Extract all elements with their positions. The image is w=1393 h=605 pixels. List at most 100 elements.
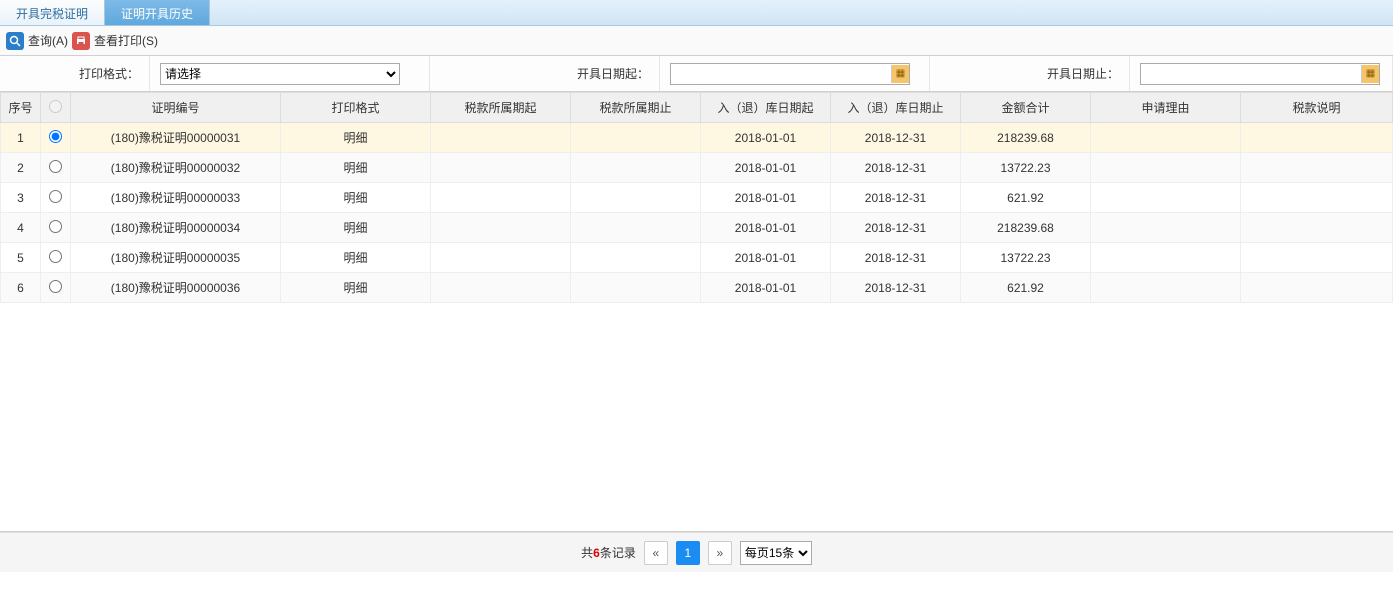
cell-tax-from <box>431 273 571 303</box>
cell-in-to: 2018-12-31 <box>831 273 961 303</box>
pager-page-size[interactable]: 每页15条 <box>740 541 812 565</box>
row-radio[interactable] <box>49 130 62 143</box>
cell-tax-to <box>571 123 701 153</box>
date-to-label: 开具日期止： <box>930 56 1130 91</box>
print-format-label: 打印格式： <box>0 56 150 91</box>
cell-in-to: 2018-12-31 <box>831 243 961 273</box>
cell-tax-from <box>431 153 571 183</box>
pager-page-1[interactable]: 1 <box>676 541 700 565</box>
cell-tax-to <box>571 213 701 243</box>
table-row[interactable]: 4 (180)豫税证明00000034明细 2018-01-012018-12-31… <box>1 213 1393 243</box>
table-row[interactable]: 5(180)豫税证明00000035明细2018-01-012018-12-31… <box>1 243 1393 273</box>
cell-in-from: 2018-01-01 <box>701 123 831 153</box>
table-row[interactable]: 6(180)豫税证明00000036明细2018-01-012018-12-31… <box>1 273 1393 303</box>
pager-next[interactable]: » <box>708 541 732 565</box>
cell-radio <box>41 213 71 243</box>
table-wrap: 序号 证明编号 打印格式 税款所属期起 税款所属期止 入（退）库日期起 入（退）… <box>0 92 1393 532</box>
cell-in-to: 2018-12-31 <box>831 123 961 153</box>
col-in-date-to: 入（退）库日期止 <box>831 93 961 123</box>
pager: 共6条记录 « 1 » 每页15条 <box>0 532 1393 572</box>
calendar-icon[interactable]: ▦ <box>891 65 909 83</box>
cell-reason <box>1091 183 1241 213</box>
pager-prev[interactable]: « <box>644 541 668 565</box>
cell-seq: 4 <box>1 213 41 243</box>
cell-desc <box>1241 183 1393 213</box>
tab-bar: 开具完税证明 证明开具历史 <box>0 0 1393 26</box>
cell-in-from: 2018-01-01 <box>701 213 831 243</box>
cell-desc <box>1241 153 1393 183</box>
row-radio[interactable] <box>49 160 62 173</box>
cell-reason <box>1091 213 1241 243</box>
query-button-label[interactable]: 查询(A) <box>28 32 68 49</box>
cell-in-to: 2018-12-31 <box>831 213 961 243</box>
search-icon[interactable] <box>6 32 24 50</box>
cell-desc <box>1241 243 1393 273</box>
table-row[interactable]: 3(180)豫税证明00000033明细2018-01-012018-12-31… <box>1 183 1393 213</box>
cell-amount: 218239.68 <box>961 123 1091 153</box>
cell-radio <box>41 183 71 213</box>
row-radio[interactable] <box>49 280 62 293</box>
table-header-row: 序号 证明编号 打印格式 税款所属期起 税款所属期止 入（退）库日期起 入（退）… <box>1 93 1393 123</box>
cell-in-from: 2018-01-01 <box>701 183 831 213</box>
row-radio[interactable] <box>49 220 62 233</box>
table-row[interactable]: 1(180)豫税证明00000031明细2018-01-012018-12-31… <box>1 123 1393 153</box>
col-print-format: 打印格式 <box>281 93 431 123</box>
cell-tax-from <box>431 123 571 153</box>
cell-amount: 621.92 <box>961 273 1091 303</box>
cell-tax-from <box>431 243 571 273</box>
col-cert-no: 证明编号 <box>71 93 281 123</box>
cell-desc <box>1241 273 1393 303</box>
date-to-input[interactable] <box>1141 67 1361 81</box>
col-amount: 金额合计 <box>961 93 1091 123</box>
col-in-date-from: 入（退）库日期起 <box>701 93 831 123</box>
cell-desc <box>1241 213 1393 243</box>
cell-format: 明细 <box>281 213 431 243</box>
col-tax-period-to: 税款所属期止 <box>571 93 701 123</box>
tab-issue-cert[interactable]: 开具完税证明 <box>0 0 105 25</box>
cell-tax-to <box>571 153 701 183</box>
date-from-input[interactable] <box>671 67 891 81</box>
row-radio[interactable] <box>49 190 62 203</box>
cell-in-to: 2018-12-31 <box>831 153 961 183</box>
filter-bar: 打印格式： 请选择 开具日期起： ▦ 开具日期止： ▦ <box>0 56 1393 92</box>
pager-summary: 共6条记录 <box>581 544 636 561</box>
cell-reason <box>1091 273 1241 303</box>
date-to-input-wrap: ▦ <box>1140 63 1380 85</box>
cell-radio <box>41 153 71 183</box>
cell-format: 明细 <box>281 153 431 183</box>
header-radio <box>49 100 62 113</box>
col-reason: 申请理由 <box>1091 93 1241 123</box>
toolbar: 查询(A) 查看打印(S) <box>0 26 1393 56</box>
print-button-label[interactable]: 查看打印(S) <box>94 32 158 49</box>
cell-in-from: 2018-01-01 <box>701 273 831 303</box>
cell-cert-no: (180)豫税证明00000031 <box>71 123 281 153</box>
cell-tax-from <box>431 213 571 243</box>
date-from-input-wrap: ▦ <box>670 63 910 85</box>
data-table: 序号 证明编号 打印格式 税款所属期起 税款所属期止 入（退）库日期起 入（退）… <box>0 92 1393 303</box>
cell-format: 明细 <box>281 243 431 273</box>
row-radio[interactable] <box>49 250 62 263</box>
cell-cert-no: (180)豫税证明00000032 <box>71 153 281 183</box>
cell-in-from: 2018-01-01 <box>701 243 831 273</box>
cell-in-from: 2018-01-01 <box>701 153 831 183</box>
calendar-icon[interactable]: ▦ <box>1361 65 1379 83</box>
table-row[interactable]: 2(180)豫税证明00000032明细2018-01-012018-12-31… <box>1 153 1393 183</box>
cell-desc <box>1241 123 1393 153</box>
print-icon[interactable] <box>72 32 90 50</box>
cell-seq: 3 <box>1 183 41 213</box>
cell-amount: 13722.23 <box>961 153 1091 183</box>
cell-tax-from <box>431 183 571 213</box>
cell-amount: 13722.23 <box>961 243 1091 273</box>
cell-reason <box>1091 123 1241 153</box>
cell-seq: 1 <box>1 123 41 153</box>
cell-seq: 5 <box>1 243 41 273</box>
cell-tax-to <box>571 183 701 213</box>
cell-tax-to <box>571 243 701 273</box>
col-tax-desc: 税款说明 <box>1241 93 1393 123</box>
print-format-select[interactable]: 请选择 <box>160 63 400 85</box>
cell-format: 明细 <box>281 273 431 303</box>
cell-cert-no: (180)豫税证明00000033 <box>71 183 281 213</box>
cell-cert-no: (180)豫税证明00000034 <box>71 213 281 243</box>
tab-issue-history[interactable]: 证明开具历史 <box>105 0 210 25</box>
cell-format: 明细 <box>281 183 431 213</box>
